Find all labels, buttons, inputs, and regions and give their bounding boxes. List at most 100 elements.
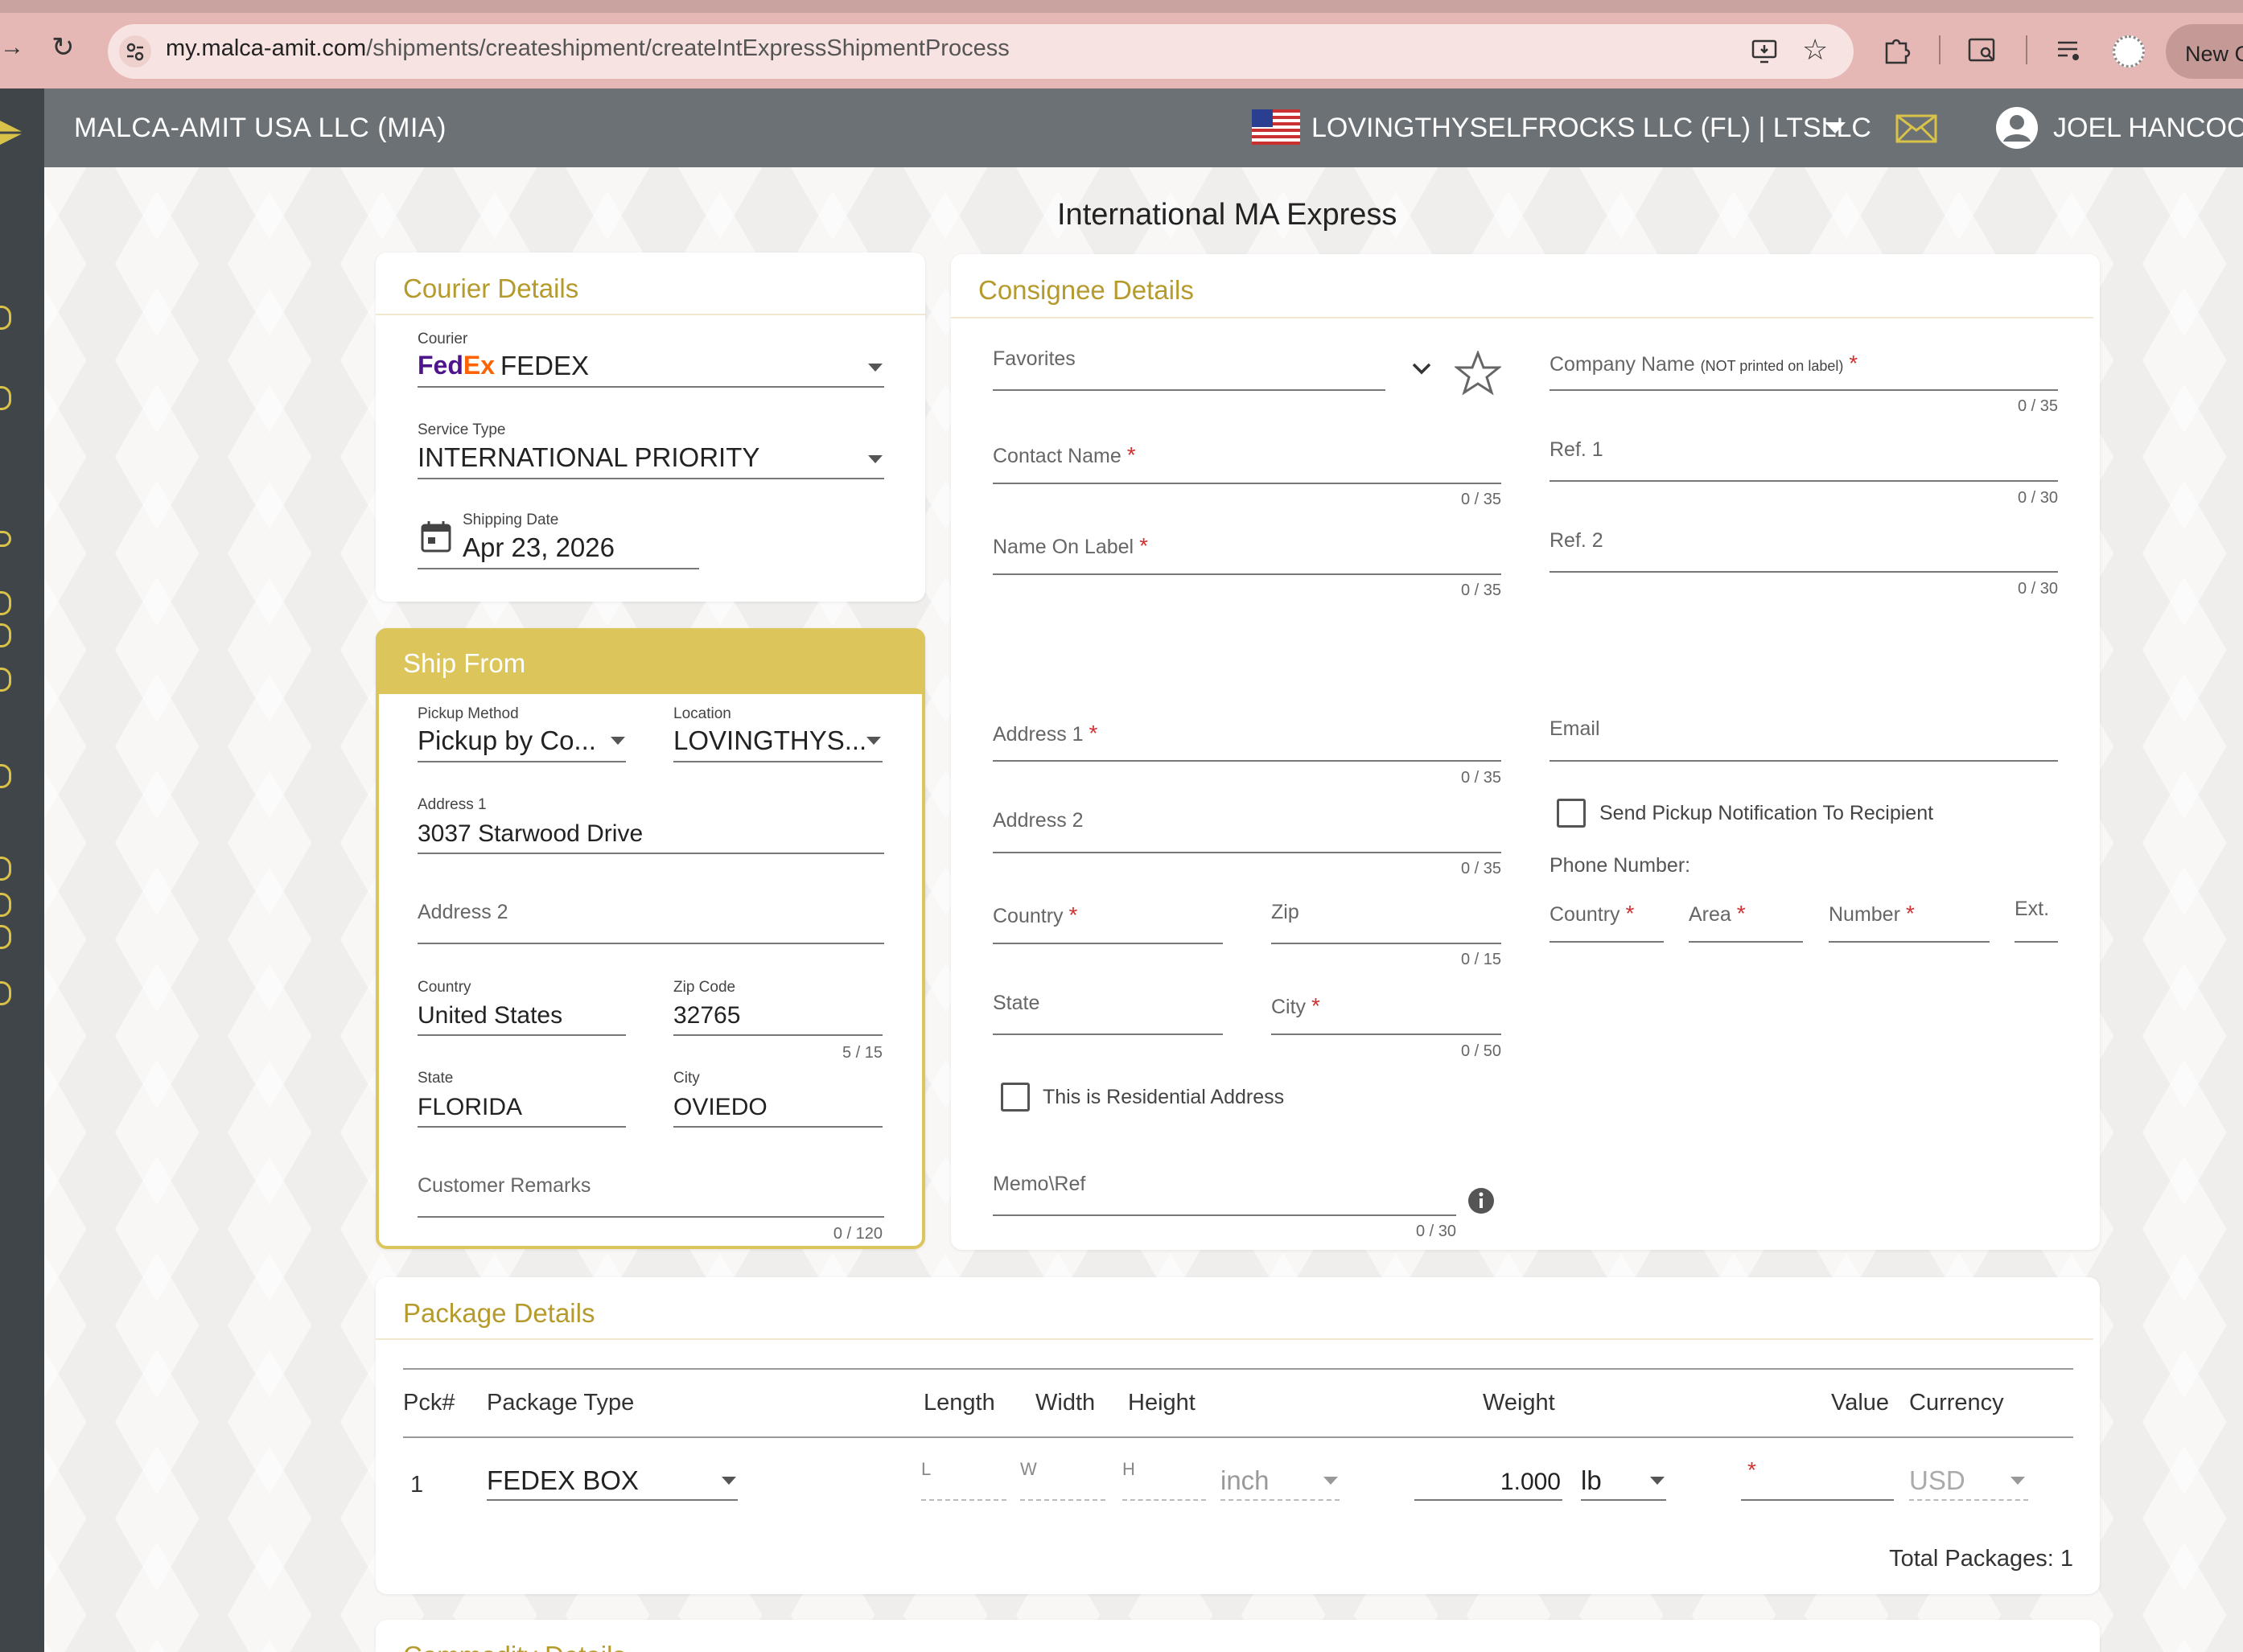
bookmark-star-icon[interactable]: ☆ <box>1802 35 1828 64</box>
city-value[interactable]: OVIEDO <box>673 1094 768 1121</box>
customer-remarks-field[interactable] <box>418 1216 884 1218</box>
shipping-date-field[interactable] <box>418 568 699 569</box>
length-field[interactable] <box>921 1499 1006 1501</box>
new-chrome-button[interactable]: New C <box>2166 24 2243 79</box>
courier-details-title: Courier Details <box>403 273 579 303</box>
state-field[interactable] <box>418 1126 626 1128</box>
location-select[interactable] <box>673 761 883 762</box>
address2-field[interactable] <box>993 852 1501 853</box>
value-field[interactable] <box>1741 1499 1894 1501</box>
address1-counter: 0 / 35 <box>1460 769 1501 787</box>
currency-value: USD <box>1909 1465 1965 1495</box>
extensions-icon[interactable] <box>1883 35 1912 70</box>
weight-field[interactable] <box>1414 1499 1562 1501</box>
phone-ext-field[interactable] <box>2015 941 2058 943</box>
height-field[interactable] <box>1122 1499 1206 1501</box>
residential-checkbox[interactable] <box>1001 1083 1030 1112</box>
reading-list-icon[interactable] <box>2056 39 2084 67</box>
favorite-star-icon[interactable] <box>1453 349 1503 400</box>
chevron-down-icon[interactable] <box>868 455 883 463</box>
package-details-title: Package Details <box>403 1298 595 1328</box>
col-header-weight: Weight <box>1483 1390 1555 1416</box>
user-account-icon[interactable] <box>1995 106 2039 154</box>
logo-icon[interactable] <box>0 113 27 153</box>
chevron-down-icon[interactable] <box>1650 1477 1665 1485</box>
chevron-down-icon[interactable] <box>868 364 883 372</box>
install-app-icon[interactable] <box>1751 37 1780 70</box>
package-type-select[interactable] <box>487 1499 738 1501</box>
user-name[interactable]: JOEL HANCOC <box>2053 113 2243 144</box>
country-field[interactable] <box>993 943 1223 944</box>
city-field[interactable] <box>673 1126 883 1128</box>
zip-counter: 0 / 15 <box>1460 951 1501 968</box>
mail-icon[interactable] <box>1895 114 1937 147</box>
pickup-method-select[interactable] <box>418 761 626 762</box>
width-field[interactable] <box>1020 1499 1105 1501</box>
reload-icon[interactable]: ↻ <box>51 34 75 61</box>
country-value[interactable]: United States <box>418 1002 562 1029</box>
width-placeholder: W <box>1020 1459 1037 1479</box>
toolbar-separator <box>1939 35 1941 64</box>
company-name-field[interactable] <box>1550 389 2058 391</box>
info-icon[interactable] <box>1467 1187 1495 1218</box>
phone-area-field[interactable] <box>1689 941 1803 943</box>
url-text[interactable]: my.malca-amit.com/shipments/createshipme… <box>166 35 1010 62</box>
address1-field[interactable] <box>993 760 1501 762</box>
weight-unit-select[interactable] <box>1581 1499 1666 1501</box>
phone-ext-placeholder: Ext. <box>2015 898 2050 920</box>
chevron-down-icon[interactable] <box>1323 1477 1338 1485</box>
chevron-down-icon[interactable] <box>866 737 881 745</box>
address1-value[interactable]: 3037 Starwood Drive <box>418 820 643 848</box>
weight-value[interactable]: 1.000 <box>1414 1469 1561 1496</box>
chevron-down-icon[interactable] <box>611 737 625 745</box>
chevron-down-icon[interactable] <box>2010 1477 2025 1485</box>
section-divider <box>376 1338 2093 1340</box>
phone-number-field-label: Number * <box>1829 901 1915 926</box>
weight-unit-value: lb <box>1581 1465 1602 1495</box>
chevron-down-icon[interactable] <box>722 1477 736 1485</box>
state-label: State <box>418 1070 454 1087</box>
address1-field[interactable] <box>418 853 884 854</box>
city-field[interactable] <box>1271 1034 1501 1035</box>
courier-label: Courier <box>418 331 468 347</box>
chevron-down-icon[interactable] <box>1825 122 1846 134</box>
height-placeholder: H <box>1122 1459 1135 1479</box>
ref2-field[interactable] <box>1550 571 2058 573</box>
currency-select[interactable] <box>1909 1499 2028 1501</box>
country-field[interactable] <box>418 1034 626 1036</box>
zip-code-value[interactable]: 32765 <box>673 1002 740 1029</box>
chevron-down-icon[interactable] <box>1411 362 1432 380</box>
state-value[interactable]: FLORIDA <box>418 1094 522 1121</box>
phone-number-field[interactable] <box>1829 941 1990 943</box>
address2-field[interactable] <box>418 943 884 944</box>
consignee-details-title: Consignee Details <box>978 275 1194 305</box>
phone-country-field[interactable] <box>1550 941 1664 943</box>
name-on-label-field[interactable] <box>993 573 1501 575</box>
ref1-field[interactable] <box>1550 480 2058 482</box>
memo-field[interactable] <box>993 1214 1456 1216</box>
phone-area-label: Area * <box>1689 901 1746 926</box>
dimension-unit-select[interactable] <box>1220 1499 1340 1501</box>
search-tab-icon[interactable] <box>1968 37 1998 68</box>
contact-name-field[interactable] <box>993 483 1501 484</box>
favorites-select[interactable] <box>993 389 1385 391</box>
calendar-icon[interactable] <box>420 520 452 557</box>
email-field[interactable] <box>1550 760 2058 762</box>
courier-value: FEDEX <box>500 351 590 380</box>
service-type-select[interactable] <box>418 478 884 479</box>
zip-field[interactable] <box>1271 943 1501 944</box>
state-field[interactable] <box>993 1034 1223 1035</box>
site-settings-icon[interactable] <box>119 35 151 68</box>
location-label: Location <box>673 705 731 722</box>
courier-select[interactable] <box>418 386 884 388</box>
account-selector[interactable]: LOVINGTHYSELFROCKS LLC (FL) | LTSLLC <box>1311 113 1871 144</box>
zip-code-counter: 5 / 15 <box>842 1044 883 1062</box>
location-value: LOVINGTHYS... <box>673 725 867 755</box>
forward-icon[interactable]: → <box>0 35 24 60</box>
send-notification-checkbox[interactable] <box>1557 799 1586 828</box>
zip-code-field[interactable] <box>673 1034 883 1036</box>
shipping-date-value[interactable]: Apr 23, 2026 <box>463 532 615 563</box>
profile-avatar-icon[interactable] <box>2113 35 2145 68</box>
phone-country-label: Country * <box>1550 901 1635 926</box>
country-label: Country <box>418 979 471 996</box>
